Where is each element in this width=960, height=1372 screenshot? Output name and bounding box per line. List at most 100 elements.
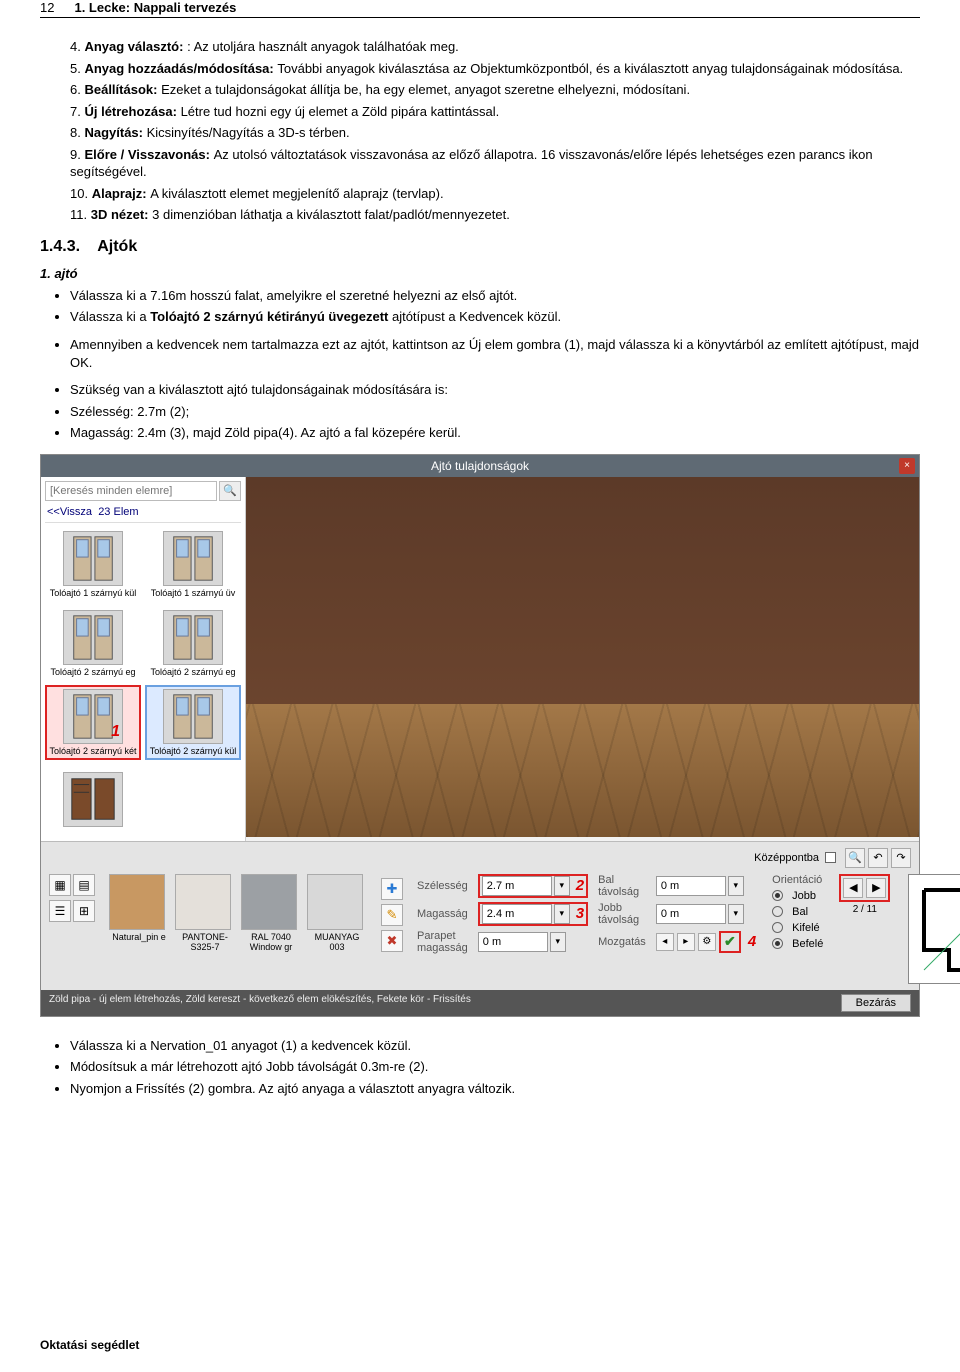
material-thumb[interactable]: PANTONE-S325-7 xyxy=(175,874,235,952)
bullet-group-3: Szükség van a kiválasztott ajtó tulajdon… xyxy=(40,381,920,442)
search-input[interactable] xyxy=(45,481,217,501)
list-view-icon[interactable]: ☰ xyxy=(49,900,71,922)
height-field[interactable]: ▾ 3 xyxy=(478,902,588,926)
kozepponta-checkbox[interactable] xyxy=(825,852,836,863)
radio-kifele[interactable] xyxy=(772,922,783,933)
dialog-titlebar: Ajtó tulajdonságok × xyxy=(41,455,919,477)
right-dist-field[interactable]: ▾ xyxy=(656,904,756,924)
chevron-down-icon[interactable]: ▾ xyxy=(728,904,744,924)
move-right-icon[interactable]: ▸ xyxy=(677,933,695,951)
door-thumb[interactable]: Tolóajtó 2 szárnyú kül xyxy=(145,685,241,760)
list-item: 5. Anyag hozzáadás/módosítása: További a… xyxy=(70,60,920,78)
delete-icon[interactable]: ✖ xyxy=(381,930,403,952)
list-item: 11. 3D nézet: 3 dimenzióban láthatja a k… xyxy=(70,206,920,224)
list-item: Szükség van a kiválasztott ajtó tulajdon… xyxy=(70,381,920,399)
list-item: 9. Előre / Visszavonás: Az utolsó változ… xyxy=(70,146,920,181)
height-input[interactable] xyxy=(482,904,552,924)
material-grid: Natural_pin ePANTONE-S325-7RAL 7040 Wind… xyxy=(109,874,367,952)
radio-bal[interactable] xyxy=(772,906,783,917)
preview-3d[interactable] xyxy=(246,477,919,837)
list-item: 4. Anyag választó: : Az utoljára használ… xyxy=(70,38,920,56)
redo-icon[interactable]: ↷ xyxy=(891,848,911,868)
chevron-down-icon[interactable]: ▾ xyxy=(554,904,570,924)
list-item: Módosítsuk a már létrehozott ajtó Jobb t… xyxy=(70,1058,920,1076)
width-input[interactable] xyxy=(482,876,552,896)
list-item: Magasság: 2.4m (3), majd Zöld pipa(4). A… xyxy=(70,424,920,442)
sub-heading: 1. ajtó xyxy=(40,266,920,281)
move-icons: ◂ ▸ ⚙ ✔ 4 xyxy=(656,931,756,953)
material-thumb[interactable]: RAL 7040 Window gr xyxy=(241,874,301,952)
material-thumb[interactable]: Natural_pin e xyxy=(109,874,169,942)
orient-prev-icon[interactable]: ◀ xyxy=(843,878,863,898)
close-icon[interactable]: × xyxy=(899,458,915,474)
door-thumb[interactable]: Tolóajtó 2 szárnyú eg xyxy=(145,606,241,681)
list-item: Válassza ki a Tolóajtó 2 szárnyú kétirán… xyxy=(70,308,920,326)
orient-next-icon[interactable]: ▶ xyxy=(866,878,886,898)
door-grid: Tolóajtó 1 szárnyú külTolóajtó 1 szárnyú… xyxy=(45,523,241,764)
close-button[interactable]: Bezárás xyxy=(841,994,911,1012)
radio-jobb[interactable] xyxy=(772,890,783,901)
grid-view-icon[interactable]: ▦ xyxy=(49,874,71,896)
list-item: Nyomjon a Frissítés (2) gombra. Az ajtó … xyxy=(70,1080,920,1098)
numbered-list: 4. Anyag választó: : Az utoljára használ… xyxy=(40,38,920,224)
chevron-down-icon[interactable]: ▾ xyxy=(554,876,570,896)
undo-icon[interactable]: ↶ xyxy=(868,848,888,868)
page-number: 12 xyxy=(40,0,54,15)
list-item: Válassza ki a Nervation_01 anyagot (1) a… xyxy=(70,1037,920,1055)
side-panel: 🔍 <<Vissza 23 Elem Tolóajtó 1 szárnyú kü… xyxy=(41,477,246,841)
kozepponta-label: Középpontba xyxy=(754,852,819,864)
section-heading: 1.4.3. Ajtók xyxy=(40,238,920,256)
door-thumb[interactable]: Tolóajtó 1 szárnyú kül xyxy=(45,527,141,602)
left-dist-field[interactable]: ▾ xyxy=(656,876,756,896)
door-thumb-extra[interactable] xyxy=(45,768,141,833)
bullet-group-2: Amennyiben a kedvencek nem tartalmazza e… xyxy=(40,336,920,371)
orient-count: 2 / 11 xyxy=(853,904,877,915)
list-item: Válassza ki a 7.16m hosszú falat, amelyi… xyxy=(70,287,920,305)
list-item: 8. Nagyítás: Kicsinyítés/Nagyítás a 3D-s… xyxy=(70,124,920,142)
door-thumb[interactable]: Tolóajtó 2 szárnyú eg xyxy=(45,606,141,681)
hint-text: Zöld pipa - új elem létrehozás, Zöld ker… xyxy=(49,994,471,1012)
add-icon[interactable]: ✚ xyxy=(381,878,403,900)
list-item: Amennyiben a kedvencek nem tartalmazza e… xyxy=(70,336,920,371)
annotation-3: 3 xyxy=(576,905,584,922)
dialog-footer: Zöld pipa - új elem létrehozás, Zöld ker… xyxy=(41,990,919,1016)
page-header: 12 1. Lecke: Nappali tervezés xyxy=(40,0,920,18)
width-field[interactable]: ▾ 2 xyxy=(478,874,588,898)
move-left-icon[interactable]: ◂ xyxy=(656,933,674,951)
annotation-2: 2 xyxy=(576,877,584,894)
list-item: 7. Új létrehozása: Létre tud hozni egy ú… xyxy=(70,103,920,121)
radio-befele[interactable] xyxy=(772,938,783,949)
list-item: 10. Alaprajz: A kiválasztott elemet megj… xyxy=(70,185,920,203)
floorplan-minimap[interactable] xyxy=(908,874,960,984)
door-thumb[interactable]: 1Tolóajtó 2 szárnyú két xyxy=(45,685,141,760)
parapet-field[interactable]: ▾ xyxy=(478,932,588,952)
back-link[interactable]: <<Vissza 23 Elem xyxy=(45,504,241,523)
header-title: 1. Lecke: Nappali tervezés xyxy=(74,0,236,15)
search-button[interactable]: 🔍 xyxy=(219,481,241,501)
list-item: Szélesség: 2.7m (2); xyxy=(70,403,920,421)
bottom-panel: Középpontba 🔍 ↶ ↷ ▦ ▤ ☰ ⊞ Natural_pin eP… xyxy=(41,841,919,990)
confirm-button[interactable]: ✔ xyxy=(719,931,741,953)
bullet-group-1: Válassza ki a 7.16m hosszú falat, amelyi… xyxy=(40,287,920,326)
chevron-down-icon[interactable]: ▾ xyxy=(728,876,744,896)
bullet-group-4: Válassza ki a Nervation_01 anyagot (1) a… xyxy=(40,1037,920,1098)
orientation-panel: Orientáció Jobb Bal Kifelé Befelé xyxy=(766,874,829,950)
orientation-thumb: ◀ ▶ 2 / 11 xyxy=(839,874,890,915)
edit-icon[interactable]: ✎ xyxy=(381,904,403,926)
settings-icon[interactable]: ⚙ xyxy=(698,933,716,951)
annotation-4: 4 xyxy=(748,933,756,950)
detail-view-icon[interactable]: ⊞ xyxy=(73,900,95,922)
section-title: Ajtók xyxy=(97,238,137,255)
page-footer: Oktatási segédlet xyxy=(40,1338,139,1352)
thumb-view-icon[interactable]: ▤ xyxy=(73,874,95,896)
chevron-down-icon[interactable]: ▾ xyxy=(550,932,566,952)
zoom-in-icon[interactable]: 🔍 xyxy=(845,848,865,868)
view-mode-icons: ▦ ▤ ☰ ⊞ xyxy=(49,874,95,922)
material-thumb[interactable]: MUANYAG 003 xyxy=(307,874,367,952)
list-item: 6. Beállítások: Ezeket a tulajdonságokat… xyxy=(70,81,920,99)
properties: Szélesség ▾ 2 Bal távolság ▾ Magasság ▾ … xyxy=(417,874,756,954)
dialog-title-text: Ajtó tulajdonságok xyxy=(431,459,529,473)
annotation-1: 1 xyxy=(111,723,120,741)
section-num: 1.4.3. xyxy=(40,238,80,255)
door-thumb[interactable]: Tolóajtó 1 szárnyú üv xyxy=(145,527,241,602)
